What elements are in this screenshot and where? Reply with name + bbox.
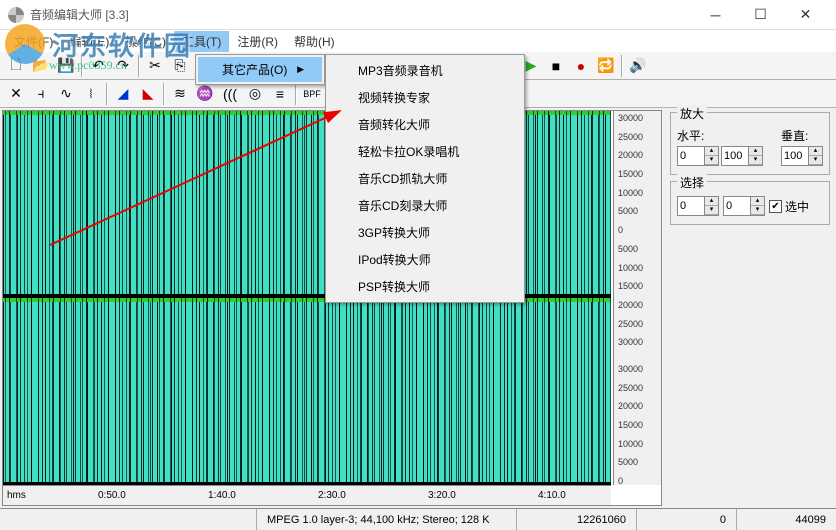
sel-a-input[interactable]	[678, 200, 704, 212]
fx-btn-1[interactable]: ✕	[4, 82, 28, 106]
speaker-button[interactable]: 🔊	[626, 54, 650, 78]
record-button[interactable]: ●	[569, 54, 593, 78]
maximize-button[interactable]: ☐	[738, 1, 783, 29]
fx-btn-2[interactable]: ⫞	[29, 82, 53, 106]
stop-button[interactable]: ■	[544, 54, 568, 78]
sel-start[interactable]: ▴▾	[677, 196, 719, 216]
ruler-tick: 0:50.0	[98, 490, 126, 501]
loop-button[interactable]: 🔁	[594, 54, 618, 78]
ruler-tick: 4:10.0	[538, 490, 566, 501]
selection-group: 选择 ▴▾ ▴▾ ✔ 选中	[670, 181, 830, 225]
side-panel: 放大 水平: ▴▾ ▴▾ 垂直: ▴▾ 选择	[664, 108, 836, 508]
submenu-other-products[interactable]: 其它产品(O) ▶	[198, 57, 322, 82]
watermark-text: 河东软件园	[52, 32, 192, 61]
product-item[interactable]: PSP转换大师	[328, 273, 522, 300]
product-item[interactable]: 视频转换专家	[328, 84, 522, 111]
product-item[interactable]: 音乐CD抓轨大师	[328, 165, 522, 192]
app-icon	[8, 7, 24, 23]
tools-submenu: 其它产品(O) ▶	[195, 54, 325, 85]
fx-fadeout-icon[interactable]: ◣	[136, 82, 160, 106]
fx-btn-3[interactable]: ∿	[54, 82, 78, 106]
watermark: 河东软件园 www.pc0359.cn	[5, 24, 192, 73]
watermark-logo-icon	[5, 24, 45, 64]
h-label: 水平:	[677, 129, 704, 143]
close-button[interactable]: ✕	[783, 1, 828, 29]
h-zoom-pct[interactable]: ▴▾	[721, 146, 763, 166]
submenu-arrow-icon: ▶	[297, 64, 304, 75]
fx-btn-9[interactable]: (((	[218, 82, 242, 106]
sel-chk-label: 选中	[785, 198, 809, 215]
window-title: 音频编辑大师 [3.3]	[30, 6, 693, 23]
fx-btn-7[interactable]: ≋	[168, 82, 192, 106]
sel-b-input[interactable]	[724, 200, 750, 212]
ruler-tick: 3:20.0	[428, 490, 456, 501]
h-zoom-offset[interactable]: ▴▾	[677, 146, 719, 166]
sel-checkbox-wrap[interactable]: ✔ 选中	[769, 198, 809, 215]
fx-fadein-icon[interactable]: ◢	[111, 82, 135, 106]
zoom-title: 放大	[677, 105, 707, 122]
product-item[interactable]: 3GP转换大师	[328, 219, 522, 246]
bpf-button[interactable]: BPF	[300, 82, 324, 106]
other-products-submenu: MP3音频录音机 视频转换专家 音频转化大师 轻松卡拉OK录唱机 音乐CD抓轨大…	[325, 54, 525, 303]
h-pct-input[interactable]	[722, 150, 748, 162]
fx-btn-10[interactable]: ◎	[243, 82, 267, 106]
v-zoom-pct[interactable]: ▴▾	[781, 146, 823, 166]
submenu-label: 其它产品(O)	[222, 61, 287, 78]
h-val-input[interactable]	[678, 150, 704, 162]
product-item[interactable]: IPod转换大师	[328, 246, 522, 273]
fx-btn-4[interactable]: ⧘	[79, 82, 103, 106]
ruler-unit: hms	[7, 490, 26, 501]
amplitude-scale: 30000 25000 20000 15000 10000 5000 0 500…	[613, 111, 661, 485]
product-item[interactable]: 轻松卡拉OK录唱机	[328, 138, 522, 165]
v-label: 垂直:	[781, 129, 808, 143]
sel-checkbox[interactable]: ✔	[769, 200, 782, 213]
menu-help[interactable]: 帮助(H)	[286, 31, 343, 52]
ruler-tick: 1:40.0	[208, 490, 236, 501]
sel-end[interactable]: ▴▾	[723, 196, 765, 216]
minimize-button[interactable]: ─	[693, 1, 738, 29]
zoom-group: 放大 水平: ▴▾ ▴▾ 垂直: ▴▾	[670, 112, 830, 175]
time-ruler[interactable]: hms 0:50.0 1:40.0 2:30.0 3:20.0 4:10.0	[3, 485, 611, 505]
product-item[interactable]: MP3音频录音机	[328, 57, 522, 84]
ruler-tick: 2:30.0	[318, 490, 346, 501]
fx-btn-11[interactable]: ≡	[268, 82, 292, 106]
product-item[interactable]: 音频转化大师	[328, 111, 522, 138]
v-pct-input[interactable]	[782, 150, 808, 162]
menu-register[interactable]: 注册(R)	[229, 31, 286, 52]
product-item[interactable]: 音乐CD刻录大师	[328, 192, 522, 219]
waveform-channel-right	[3, 298, 611, 481]
selection-title: 选择	[677, 174, 707, 191]
fx-btn-8[interactable]: ♒	[193, 82, 217, 106]
